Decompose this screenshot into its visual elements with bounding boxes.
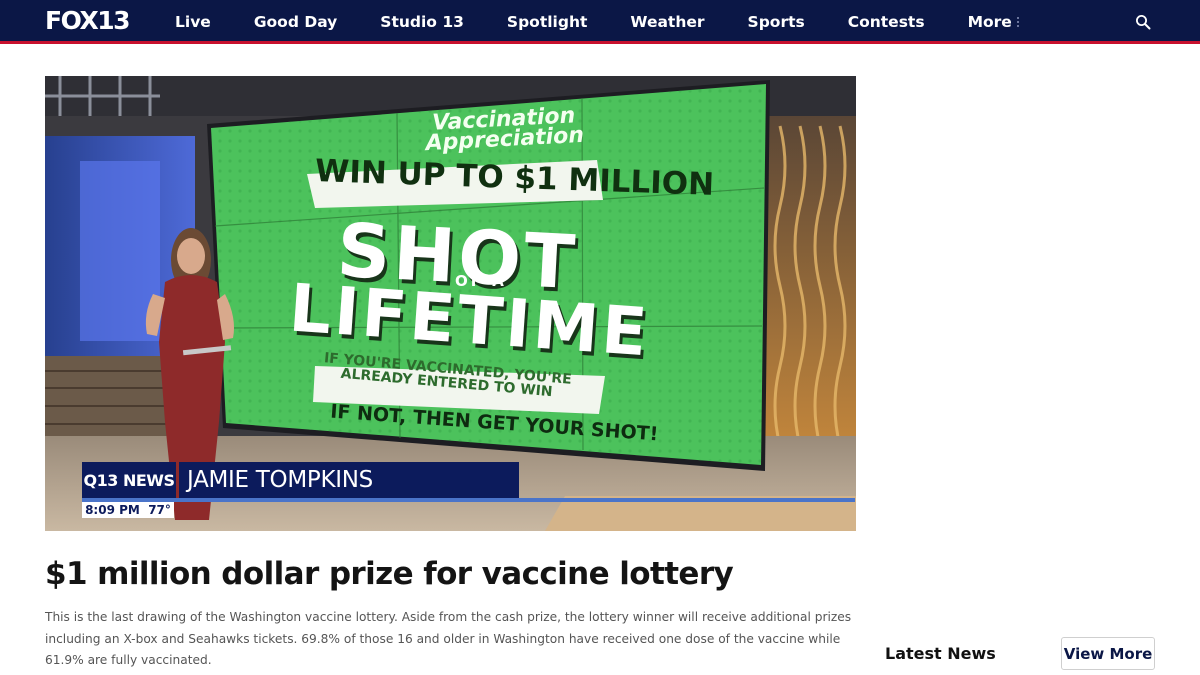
main-nav: Live Good Day Studio 13 Spotlight Weathe… xyxy=(175,0,1019,44)
more-dots-icon xyxy=(1016,17,1019,27)
nav-sports[interactable]: Sports xyxy=(748,13,805,31)
top-navigation-bar: FOX13 Live Good Day Studio 13 Spotlight … xyxy=(0,0,1200,44)
nav-studio-13[interactable]: Studio 13 xyxy=(380,13,464,31)
nav-more[interactable]: More xyxy=(968,13,1019,31)
article-headline[interactable]: $1 million dollar prize for vaccine lott… xyxy=(45,556,865,592)
hero-video-still[interactable]: Vaccination Appreciation WIN UP TO $1 MI… xyxy=(45,76,856,531)
nav-spotlight[interactable]: Spotlight xyxy=(507,13,587,31)
nav-weather[interactable]: Weather xyxy=(630,13,704,31)
nav-good-day[interactable]: Good Day xyxy=(254,13,337,31)
nav-contests[interactable]: Contests xyxy=(848,13,925,31)
latest-news-heading: Latest News xyxy=(885,644,996,663)
view-more-button[interactable]: View More xyxy=(1061,637,1155,670)
nav-live[interactable]: Live xyxy=(175,13,211,31)
nav-more-label: More xyxy=(967,13,1012,31)
article-summary: This is the last drawing of the Washingt… xyxy=(45,610,852,667)
search-icon[interactable] xyxy=(1135,14,1151,30)
fox13-logo[interactable]: FOX13 xyxy=(45,8,131,34)
studio-scene xyxy=(45,76,856,531)
